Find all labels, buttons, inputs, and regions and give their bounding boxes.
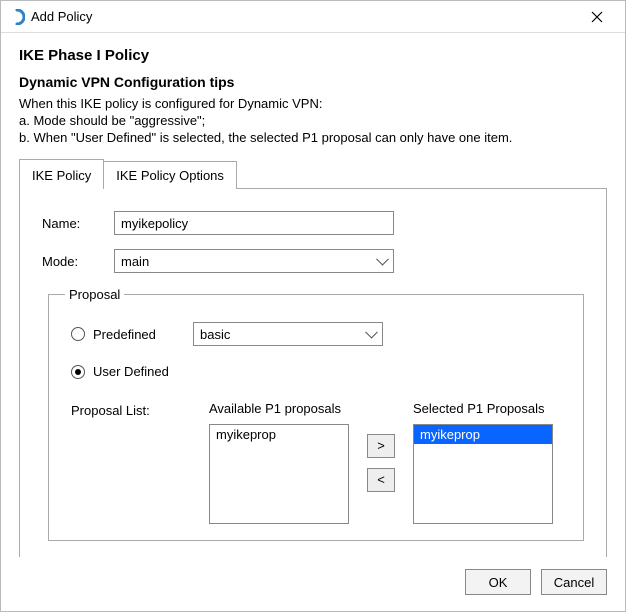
predefined-radio[interactable] bbox=[71, 327, 85, 341]
mode-select-value: main bbox=[121, 254, 149, 269]
tab-ike-policy-options[interactable]: IKE Policy Options bbox=[103, 161, 237, 189]
predefined-radio-row[interactable]: Predefined basic bbox=[71, 322, 567, 346]
predefined-select-value: basic bbox=[200, 327, 230, 342]
footer: OK Cancel bbox=[1, 557, 625, 611]
page-heading: IKE Phase I Policy bbox=[19, 47, 607, 64]
tips-line-b: b. When "User Defined" is selected, the … bbox=[19, 130, 607, 145]
dialog-window: Add Policy IKE Phase I Policy Dynamic VP… bbox=[0, 0, 626, 612]
content: IKE Phase I Policy Dynamic VPN Configura… bbox=[1, 33, 625, 557]
name-label: Name: bbox=[42, 216, 114, 231]
predefined-select[interactable]: basic bbox=[193, 322, 383, 346]
userdefined-radio-row[interactable]: User Defined bbox=[71, 364, 567, 379]
available-heading: Available P1 proposals bbox=[209, 401, 349, 416]
predefined-label: Predefined bbox=[93, 327, 193, 342]
tips-line-a: a. Mode should be "aggressive"; bbox=[19, 113, 607, 128]
userdefined-label: User Defined bbox=[93, 364, 193, 379]
proposal-group: Proposal Predefined basic User Defined P… bbox=[48, 287, 584, 541]
proposal-list-label: Proposal List: bbox=[71, 401, 191, 524]
name-input[interactable] bbox=[114, 211, 394, 235]
cancel-button[interactable]: Cancel bbox=[541, 569, 607, 595]
tab-ike-policy[interactable]: IKE Policy bbox=[19, 159, 104, 189]
close-icon bbox=[591, 11, 603, 23]
list-item[interactable]: myikeprop bbox=[414, 425, 552, 444]
list-item[interactable]: myikeprop bbox=[210, 425, 348, 444]
available-listbox[interactable]: myikeprop bbox=[209, 424, 349, 524]
move-left-button[interactable]: < bbox=[367, 468, 395, 492]
userdefined-radio[interactable] bbox=[71, 365, 85, 379]
app-icon bbox=[9, 9, 25, 25]
titlebar: Add Policy bbox=[1, 1, 625, 33]
tips-intro: When this IKE policy is configured for D… bbox=[19, 96, 607, 111]
selected-listbox[interactable]: myikeprop bbox=[413, 424, 553, 524]
tab-panel-ike-policy: Name: Mode: main Proposal Predefined bas… bbox=[19, 188, 607, 557]
mode-select[interactable]: main bbox=[114, 249, 394, 273]
close-button[interactable] bbox=[577, 1, 617, 32]
tips-heading: Dynamic VPN Configuration tips bbox=[19, 74, 607, 90]
proposal-list-area: Proposal List: Available P1 proposals my… bbox=[71, 401, 567, 524]
proposal-legend: Proposal bbox=[65, 287, 124, 302]
window-title: Add Policy bbox=[31, 9, 577, 24]
selected-heading: Selected P1 Proposals bbox=[413, 401, 553, 416]
tabs: IKE Policy IKE Policy Options bbox=[19, 159, 607, 189]
move-right-button[interactable]: > bbox=[367, 434, 395, 458]
mode-label: Mode: bbox=[42, 254, 114, 269]
ok-button[interactable]: OK bbox=[465, 569, 531, 595]
